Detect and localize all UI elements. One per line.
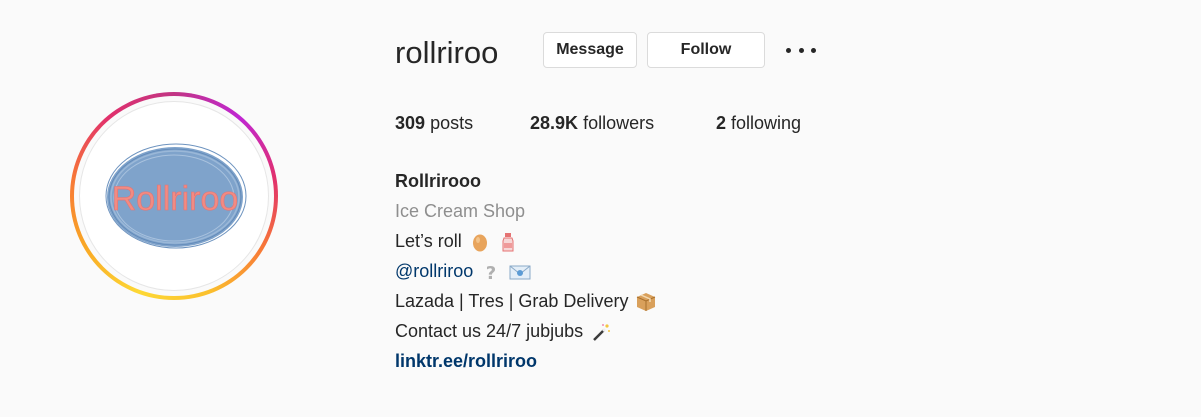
- egg-icon: [470, 231, 490, 252]
- bio-line-mention: @rollriroo ?: [395, 256, 656, 286]
- avatar-logo-text: Rollriroo: [112, 180, 239, 218]
- posts-count: 309: [395, 113, 426, 133]
- milk-bottle-icon: [498, 231, 518, 252]
- posts-label: posts: [430, 113, 474, 133]
- following-label: following: [731, 113, 802, 133]
- username: rollriroo: [395, 35, 499, 70]
- bio-category[interactable]: Ice Cream Shop: [395, 196, 656, 226]
- stat-followers[interactable]: 28.9K followers: [530, 112, 654, 134]
- package-icon: [636, 291, 656, 311]
- profile-external-link[interactable]: linktr.ee/rollriroo: [395, 346, 656, 376]
- svg-text:?: ?: [486, 263, 496, 282]
- avatar-logo: Rollriroo: [105, 143, 247, 249]
- mention-link[interactable]: @rollriroo: [395, 256, 473, 286]
- bio-line-lets-roll: Let’s roll: [395, 226, 656, 256]
- profile-avatar-ring[interactable]: Rollriroo: [70, 92, 278, 300]
- dot: [786, 47, 791, 53]
- delivery-text: Lazada | Tres | Grab Delivery: [395, 291, 629, 311]
- follow-button[interactable]: Follow: [647, 32, 765, 68]
- dot: [811, 47, 816, 53]
- followers-label: followers: [583, 113, 655, 133]
- avatar[interactable]: Rollriroo: [79, 101, 269, 291]
- followers-count: 28.9K: [530, 113, 579, 133]
- contact-text: Contact us 24/7 jubjubs: [395, 321, 584, 341]
- bio-name: Rollrirooo: [395, 171, 481, 191]
- envelope-icon: [509, 261, 531, 281]
- question-mark-icon: ?: [481, 261, 501, 284]
- bio: Rollrirooo Ice Cream Shop Let’s roll @ro…: [395, 166, 656, 376]
- following-count: 2: [716, 113, 727, 133]
- stat-following[interactable]: 2 following: [716, 112, 801, 134]
- message-button[interactable]: Message: [543, 32, 637, 68]
- dot: [798, 47, 804, 53]
- bio-line-contact: Contact us 24/7 jubjubs: [395, 316, 656, 346]
- stat-posts: 309 posts: [395, 112, 473, 134]
- bio-line1-text: Let’s roll: [395, 231, 462, 251]
- more-options-icon[interactable]: [786, 40, 816, 60]
- magic-wand-icon: [591, 321, 611, 341]
- bio-line-delivery: Lazada | Tres | Grab Delivery: [395, 286, 656, 316]
